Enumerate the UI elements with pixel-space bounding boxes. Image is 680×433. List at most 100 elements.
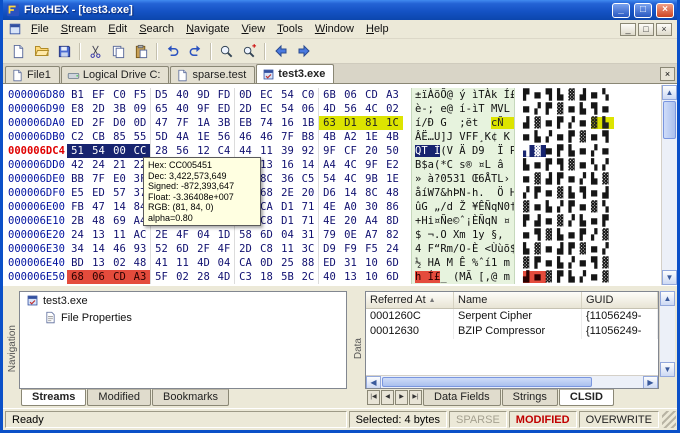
hex-byte[interactable]: 8C [361, 186, 382, 200]
hex-byte[interactable]: 20 [340, 214, 361, 228]
hex-byte[interactable]: CD [109, 270, 130, 284]
paste-button[interactable] [130, 41, 153, 62]
hex-byte[interactable]: 09 [130, 102, 151, 116]
hex-row[interactable]: 000006E102B4869A4D165A988A1C8D1714E20A48… [3, 214, 661, 228]
scroll-track[interactable] [660, 306, 675, 362]
hex-grid[interactable]: 000006D80 B1 EF C0 F5 D5 40 9D FD 0D EC 54 C0 6B 06 CD A… [3, 85, 661, 285]
hex-byte[interactable]: 4F [172, 228, 193, 242]
hex-byte[interactable]: EC [256, 88, 277, 102]
tab-sparse-test[interactable]: sparse.test [170, 66, 256, 83]
hex-byte[interactable]: 06 [88, 270, 109, 284]
mdi-minimize-button[interactable]: _ [620, 22, 636, 36]
tab-streams[interactable]: Streams [21, 389, 87, 406]
menu-view[interactable]: View [236, 21, 272, 37]
hex-byte[interactable]: 52 [151, 242, 172, 256]
ansi-column[interactable]: åíW7&hÞN-h. Ö H [411, 186, 515, 200]
hex-byte[interactable]: 41 [151, 256, 172, 270]
hex-byte[interactable]: 14 [340, 186, 361, 200]
hex-byte[interactable]: 24 [88, 158, 109, 172]
hex-byte[interactable]: 79 [319, 228, 340, 242]
menu-stream[interactable]: Stream [55, 21, 102, 37]
scroll-right-icon[interactable]: ▶ [643, 376, 658, 388]
ansi-column[interactable]: ûG „/d Ž ¥ÊÑqN0† [411, 200, 515, 214]
hex-byte[interactable]: 48 [130, 256, 151, 270]
hex-byte[interactable]: 02 [172, 270, 193, 284]
tree-item-file-properties[interactable]: File Properties [20, 309, 346, 326]
hex-byte[interactable]: 3B [109, 102, 130, 116]
hex-byte[interactable]: C2 [67, 130, 88, 144]
tab-bookmarks[interactable]: Bookmarks [152, 389, 230, 406]
menu-window[interactable]: Window [309, 21, 360, 37]
hex-byte[interactable]: 0E [340, 228, 361, 242]
hex-byte[interactable]: 5D [151, 130, 172, 144]
hex-byte[interactable]: 40 [172, 88, 193, 102]
tab-scroll-last-icon[interactable]: ▶| [409, 390, 422, 405]
mdi-close-button[interactable]: × [656, 22, 672, 36]
hex-byte[interactable]: 30 [361, 200, 382, 214]
hex-byte[interactable]: 81 [361, 116, 382, 130]
hex-byte[interactable]: 0D [130, 116, 151, 130]
hex-byte[interactable]: 1E [361, 130, 382, 144]
hex-byte[interactable]: A4 [361, 214, 382, 228]
hex-byte[interactable]: 36 [277, 172, 298, 186]
hex-byte[interactable]: 2F [88, 116, 109, 130]
hex-byte[interactable]: 2D [88, 102, 109, 116]
scroll-up-icon[interactable]: ▲ [662, 85, 677, 100]
hex-byte[interactable]: 9B [361, 172, 382, 186]
hex-row[interactable]: 000006D90 E8 2D 3B 09 65 40 9F ED 2D EC 54 06 4D 56 4C 0… [3, 102, 661, 116]
hex-byte[interactable]: 4B [319, 130, 340, 144]
hex-byte[interactable]: B1 [67, 88, 88, 102]
hex-row[interactable]: 000006E40 BD 13 02 48 41 11 4D 04 CA 0D 25 88 ED 31 10 6… [3, 256, 661, 270]
hex-row[interactable]: 000006DF0E5ED57372668DE4E2D682E20D6148C4… [3, 186, 661, 200]
hex-byte[interactable]: 25 [277, 256, 298, 270]
hex-byte[interactable]: 04 [277, 228, 298, 242]
hex-byte[interactable]: 9F [319, 144, 340, 158]
hex-byte[interactable]: A3 [382, 88, 403, 102]
hex-byte[interactable]: EB [235, 116, 256, 130]
hex-byte[interactable]: 4B [382, 130, 403, 144]
redo-button[interactable] [184, 41, 207, 62]
hex-byte[interactable]: 9D [193, 88, 214, 102]
hex-byte[interactable]: A3 [130, 270, 151, 284]
hex-byte[interactable]: 39 [277, 144, 298, 158]
hex-byte[interactable]: 48 [88, 214, 109, 228]
ansi-column[interactable]: ½ HA M Ê %ˆí1 m [411, 256, 515, 270]
hex-byte[interactable]: 5F [151, 270, 172, 284]
hex-byte[interactable]: ED [67, 116, 88, 130]
hex-byte[interactable]: 46 [256, 130, 277, 144]
hex-byte[interactable]: 00 [109, 144, 130, 158]
hex-byte[interactable]: C3 [235, 270, 256, 284]
hex-byte[interactable]: 2E [151, 228, 172, 242]
hex-row[interactable]: 000006E00FB4714845C648E19A5CAD1714EA0308… [3, 200, 661, 214]
hex-byte[interactable]: 7F [88, 172, 109, 186]
ansi-column[interactable]: QT Ì(V Ä D9 Ï P [411, 144, 515, 158]
hex-byte[interactable]: B8 [298, 130, 319, 144]
hex-byte[interactable]: 9F [361, 158, 382, 172]
hex-row[interactable]: 000006E50 68 06 CD A3 5F 02 28 4D C3 18 5B 2C 40 13 10 6… [3, 270, 661, 284]
hex-byte[interactable]: 50 [382, 144, 403, 158]
hex-byte[interactable]: 4D [214, 270, 235, 284]
scroll-down-icon[interactable]: ▼ [662, 270, 677, 285]
minimize-button[interactable]: _ [612, 2, 630, 18]
hex-byte[interactable]: 8D [382, 214, 403, 228]
unicode-column[interactable]: ▓▛■▙▞■▜▓ [515, 256, 661, 270]
unicode-column[interactable]: ▛■▜▙▓▟■▚ [515, 88, 661, 102]
hex-byte[interactable]: 71 [298, 214, 319, 228]
hex-byte[interactable]: A4 [319, 158, 340, 172]
hex-byte[interactable]: 48 [382, 186, 403, 200]
hex-byte[interactable]: 02 [109, 256, 130, 270]
unicode-column[interactable]: ▙■▛▜▓■▚▞ [515, 158, 661, 172]
tab-close-icon[interactable]: × [660, 67, 675, 81]
new-file-button[interactable] [7, 41, 30, 62]
tab-clsid[interactable]: CLSID [558, 389, 614, 406]
hex-byte[interactable]: 88 [298, 256, 319, 270]
menu-search[interactable]: Search [133, 21, 180, 37]
hex-byte[interactable]: 74 [256, 116, 277, 130]
hex-byte[interactable]: 82 [382, 228, 403, 242]
hex-byte[interactable]: 63 [319, 116, 340, 130]
scroll-thumb[interactable] [382, 377, 592, 387]
hex-byte[interactable]: D1 [277, 214, 298, 228]
maximize-button[interactable]: □ [634, 2, 652, 18]
hex-byte[interactable]: 2C [298, 270, 319, 284]
hex-byte[interactable]: A0 [340, 200, 361, 214]
